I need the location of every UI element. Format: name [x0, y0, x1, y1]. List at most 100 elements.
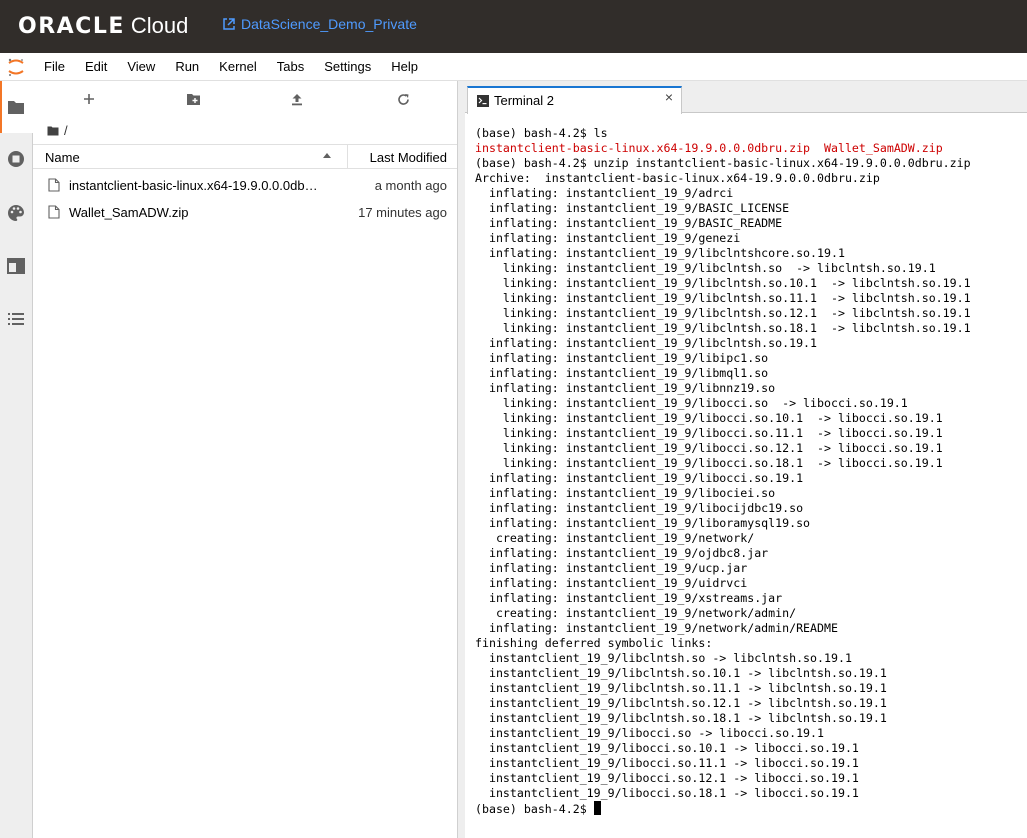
terminal-line: creating: instantclient_19_9/network/adm…	[475, 606, 797, 620]
terminal-output: (base) bash-4.2$ ls instantclient-basic-l…	[475, 126, 1027, 801]
file-name: Wallet_SamADW.zip	[69, 205, 189, 220]
terminal-line: inflating: instantclient_19_9/libnnz19.s…	[475, 381, 776, 395]
menu-edit[interactable]: Edit	[75, 53, 117, 81]
menu-items: File Edit View Run Kernel Tabs Settings …	[34, 53, 428, 81]
new-folder-button[interactable]	[183, 89, 203, 109]
file-icon	[48, 205, 60, 219]
file-modified: a month ago	[374, 178, 447, 193]
terminal-line: inflating: instantclient_19_9/ucp.jar	[475, 561, 748, 575]
terminal-line: inflating: instantclient_19_9/liboramysq…	[475, 516, 811, 530]
terminal-prompt: (base) bash-4.2$	[475, 802, 594, 816]
terminal-line: inflating: instantclient_19_9/libipc1.so	[475, 351, 769, 365]
menu-settings[interactable]: Settings	[314, 53, 381, 81]
file-browser: / Name Last Modified instantclient-basic…	[33, 81, 457, 838]
jupyter-logo-icon	[8, 58, 24, 76]
column-divider[interactable]	[347, 145, 348, 168]
tab-terminal-2[interactable]: Terminal 2 ×	[467, 86, 682, 114]
new-launcher-icon	[84, 94, 94, 104]
terminal-line: instantclient_19_9/libclntsh.so.11.1 -> …	[475, 681, 887, 695]
menu-run[interactable]: Run	[165, 53, 209, 81]
external-link-icon	[223, 18, 235, 30]
new-folder-icon	[186, 93, 200, 105]
new-launcher-button[interactable]	[79, 89, 99, 109]
menu-file[interactable]: File	[34, 53, 75, 81]
menu-bar: File Edit View Run Kernel Tabs Settings …	[0, 53, 1027, 81]
left-sidebar	[0, 81, 33, 838]
file-name: instantclient-basic-linux.x64-19.9.0.0.0…	[69, 178, 319, 193]
terminal-line: inflating: instantclient_19_9/libocijdbc…	[475, 501, 804, 515]
file-icon	[48, 178, 60, 192]
terminal-line: instantclient_19_9/libocci.so.10.1 -> li…	[475, 741, 859, 755]
file-browser-toolbar	[33, 81, 457, 117]
terminal-line: finishing deferred symbolic links:	[475, 636, 713, 650]
terminal-line: linking: instantclient_19_9/libclntsh.so…	[475, 291, 971, 305]
oracle-cloud-logo[interactable]: ORACLE Cloud	[18, 12, 188, 40]
terminal-cursor	[593, 801, 601, 815]
terminal-line: instantclient_19_9/libclntsh.so.18.1 -> …	[475, 711, 887, 725]
palette-icon[interactable]	[6, 203, 26, 223]
terminal-line: inflating: instantclient_19_9/libmql1.so	[475, 366, 769, 380]
top-bar: ORACLE Cloud DataScience_Demo_Private	[0, 0, 1027, 53]
file-row[interactable]: Wallet_SamADW.zip 17 minutes ago	[33, 200, 457, 226]
terminal-line: instantclient-basic-linux.x64-19.9.0.0.0…	[475, 141, 1027, 156]
upload-icon	[292, 93, 302, 105]
tab-bar: Terminal 2 ×	[465, 81, 1027, 114]
terminal-line: instantclient_19_9/libclntsh.so -> libcl…	[475, 651, 852, 665]
terminal-line: inflating: instantclient_19_9/network/ad…	[475, 621, 838, 635]
menu-tabs[interactable]: Tabs	[267, 53, 314, 81]
refresh-icon	[397, 93, 409, 105]
terminal-line: inflating: instantclient_19_9/libclntshc…	[475, 246, 845, 260]
terminal-line: linking: instantclient_19_9/libclntsh.so…	[475, 276, 971, 290]
toc-icon[interactable]	[6, 309, 26, 329]
sort-ascending-icon[interactable]	[322, 151, 332, 159]
menu-help[interactable]: Help	[381, 53, 428, 81]
file-row[interactable]: instantclient-basic-linux.x64-19.9.0.0.0…	[33, 173, 457, 199]
terminal-line: instantclient_19_9/libocci.so.18.1 -> li…	[475, 786, 859, 800]
breadcrumb: /	[47, 123, 68, 138]
terminal-line: instantclient_19_9/libclntsh.so.12.1 -> …	[475, 696, 887, 710]
close-icon[interactable]: ×	[665, 89, 673, 105]
file-modified: 17 minutes ago	[358, 205, 447, 220]
terminal-line: linking: instantclient_19_9/libocci.so.1…	[475, 456, 943, 470]
terminal-line: (base) bash-4.2$ unzip instantclient-bas…	[475, 156, 971, 170]
terminal-line: inflating: instantclient_19_9/libociei.s…	[475, 486, 776, 500]
terminal-line: instantclient_19_9/libocci.so -> libocci…	[475, 726, 825, 740]
terminal-line: inflating: instantclient_19_9/adrci	[475, 186, 734, 200]
tabs-icon[interactable]	[6, 256, 26, 276]
ls-output-item: instantclient-basic-linux.x64-19.9.0.0.0…	[475, 141, 811, 155]
column-header-name[interactable]: Name	[45, 150, 80, 165]
terminal-line: linking: instantclient_19_9/libclntsh.so…	[475, 261, 936, 275]
tab-label: Terminal 2	[494, 93, 554, 108]
terminal-line: linking: instantclient_19_9/libclntsh.so…	[475, 306, 971, 320]
ls-output-item	[810, 141, 824, 155]
logo-cloud-text: Cloud	[130, 13, 189, 38]
running-icon[interactable]	[6, 149, 26, 169]
terminal-line: inflating: instantclient_19_9/genezi	[475, 231, 741, 245]
menu-kernel[interactable]: Kernel	[209, 53, 267, 81]
terminal-line: Archive: instantclient-basic-linux.x64-1…	[475, 171, 880, 185]
terminal-line: instantclient_19_9/libocci.so.12.1 -> li…	[475, 771, 859, 785]
terminal-line: linking: instantclient_19_9/libocci.so -…	[475, 396, 908, 410]
terminal-line: inflating: instantclient_19_9/libclntsh.…	[475, 336, 818, 350]
terminal[interactable]: (base) bash-4.2$ ls instantclient-basic-l…	[465, 114, 1027, 838]
folder-icon[interactable]	[47, 126, 59, 136]
terminal-prompt-line[interactable]: (base) bash-4.2$	[475, 801, 1027, 816]
project-name: DataScience_Demo_Private	[241, 16, 417, 32]
refresh-button[interactable]	[393, 89, 413, 109]
menu-view[interactable]: View	[117, 53, 165, 81]
project-link[interactable]: DataScience_Demo_Private	[222, 16, 417, 32]
terminal-icon	[477, 95, 489, 107]
terminal-line: inflating: instantclient_19_9/uidrvci	[475, 576, 748, 590]
terminal-line: (base) bash-4.2$ ls	[475, 126, 608, 140]
breadcrumb-root[interactable]: /	[64, 123, 68, 138]
column-header-modified[interactable]: Last Modified	[370, 150, 447, 165]
logo-oracle-text: ORACLE	[18, 13, 125, 39]
terminal-line: linking: instantclient_19_9/libocci.so.1…	[475, 441, 943, 455]
upload-button[interactable]	[287, 89, 307, 109]
terminal-line: linking: instantclient_19_9/libclntsh.so…	[475, 321, 971, 335]
terminal-line: linking: instantclient_19_9/libocci.so.1…	[475, 411, 943, 425]
terminal-line: inflating: instantclient_19_9/BASIC_LICE…	[475, 201, 790, 215]
folder-icon[interactable]	[6, 97, 26, 117]
panel-splitter[interactable]	[457, 81, 465, 838]
terminal-line: inflating: instantclient_19_9/libocci.so…	[475, 471, 804, 485]
